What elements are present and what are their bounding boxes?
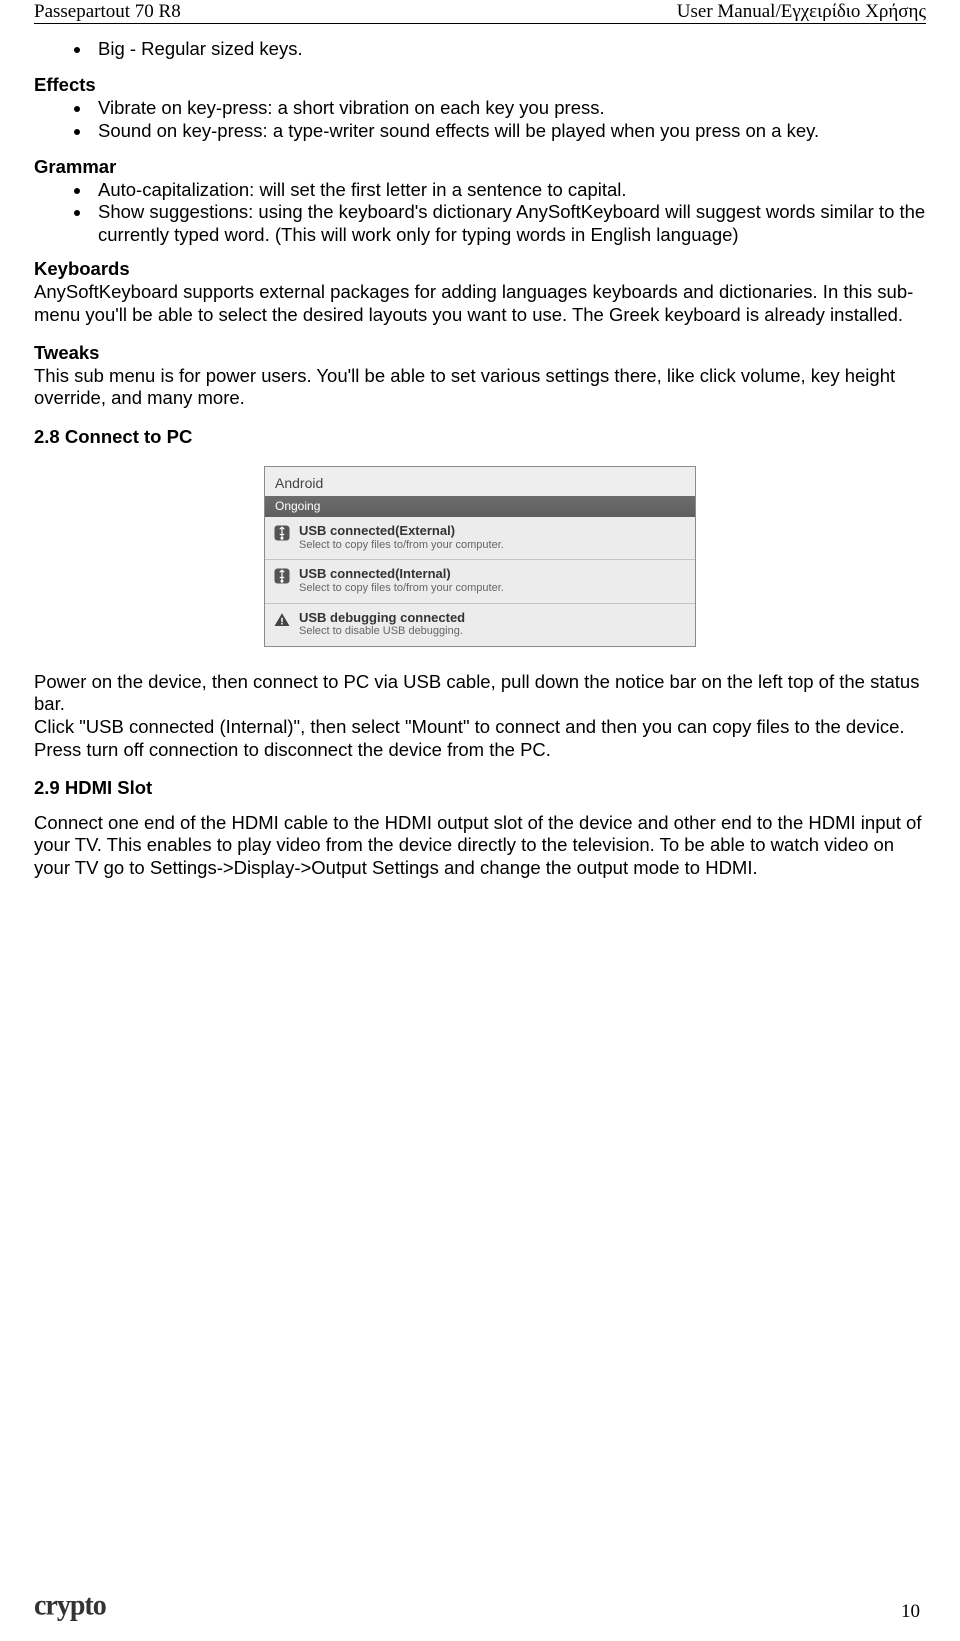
list-item: Show suggestions: using the keyboard's d… bbox=[92, 201, 926, 246]
page-footer: crypto 10 bbox=[34, 1589, 920, 1623]
usb-icon bbox=[273, 567, 291, 585]
big-keys-list: Big - Regular sized keys. bbox=[34, 38, 926, 61]
effects-heading: Effects bbox=[34, 74, 926, 97]
grammar-heading: Grammar bbox=[34, 156, 926, 179]
notif-platform-label: Android bbox=[265, 467, 695, 496]
notif-title: USB connected(Internal) bbox=[299, 566, 687, 582]
warning-icon bbox=[273, 611, 291, 629]
header-right: User Manual/Εγχειρίδιο Χρήσης bbox=[677, 2, 926, 23]
effects-list: Vibrate on key-press: a short vibration … bbox=[34, 97, 926, 142]
notif-title: USB connected(External) bbox=[299, 523, 687, 539]
list-item: Big - Regular sized keys. bbox=[92, 38, 926, 61]
page-number: 10 bbox=[901, 1600, 920, 1623]
page-header: Passepartout 70 R8 User Manual/Εγχειρίδι… bbox=[34, 0, 926, 24]
section-29-heading: 2.9 HDMI Slot bbox=[34, 777, 926, 800]
usb-icon bbox=[273, 524, 291, 542]
grammar-list: Auto-capitalization: will set the first … bbox=[34, 179, 926, 247]
keyboards-heading: Keyboards bbox=[34, 258, 926, 281]
notif-ongoing-band: Ongoing bbox=[265, 496, 695, 517]
notif-row[interactable]: USB connected(Internal) Select to copy f… bbox=[265, 560, 695, 603]
list-item: Vibrate on key-press: a short vibration … bbox=[92, 97, 926, 120]
notif-subtitle: Select to copy files to/from your comput… bbox=[299, 539, 687, 552]
connect-body: Power on the device, then connect to PC … bbox=[34, 671, 926, 761]
notif-row[interactable]: USB connected(External) Select to copy f… bbox=[265, 517, 695, 560]
notif-row[interactable]: USB debugging connected Select to disabl… bbox=[265, 604, 695, 646]
list-item: Auto-capitalization: will set the first … bbox=[92, 179, 926, 202]
keyboards-body: AnySoftKeyboard supports external packag… bbox=[34, 281, 926, 326]
hdmi-body: Connect one end of the HDMI cable to the… bbox=[34, 812, 926, 880]
list-item: Sound on key-press: a type-writer sound … bbox=[92, 120, 926, 143]
footer-logo: crypto bbox=[34, 1588, 106, 1624]
tweaks-heading: Tweaks bbox=[34, 342, 926, 365]
android-notification-panel: Android Ongoing USB connected(External) … bbox=[264, 466, 696, 647]
tweaks-body: This sub menu is for power users. You'll… bbox=[34, 365, 926, 410]
section-28-heading: 2.8 Connect to PC bbox=[34, 426, 926, 449]
notif-subtitle: Select to copy files to/from your comput… bbox=[299, 582, 687, 595]
notif-subtitle: Select to disable USB debugging. bbox=[299, 625, 687, 638]
notif-title: USB debugging connected bbox=[299, 610, 687, 626]
header-left: Passepartout 70 R8 bbox=[34, 2, 181, 23]
